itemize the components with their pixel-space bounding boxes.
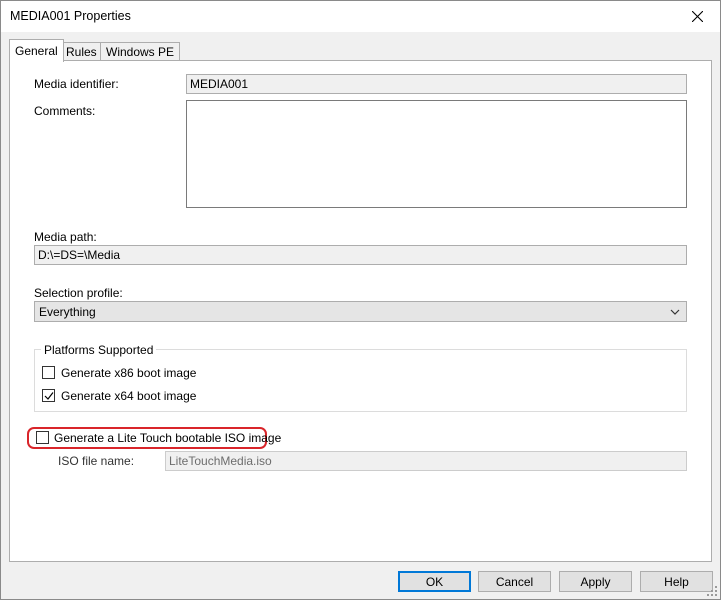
media-identifier-field[interactable]: MEDIA001: [186, 74, 687, 94]
iso-image-checkbox[interactable]: [36, 431, 49, 444]
iso-image-label: Generate a Lite Touch bootable ISO image: [54, 431, 282, 445]
cancel-button[interactable]: Cancel: [478, 571, 551, 592]
iso-file-name-label: ISO file name:: [58, 454, 135, 468]
tab-rules-label: Rules: [66, 45, 97, 59]
x64-boot-checkbox[interactable]: [42, 389, 55, 402]
resize-grip-icon[interactable]: [707, 586, 718, 597]
tab-rules[interactable]: Rules: [60, 42, 103, 61]
comments-field[interactable]: [186, 100, 687, 208]
platforms-supported-title: Platforms Supported: [41, 343, 157, 357]
help-button[interactable]: Help: [640, 571, 713, 592]
apply-button[interactable]: Apply: [559, 571, 632, 592]
chevron-down-icon: [670, 309, 680, 315]
tab-windows-pe-label: Windows PE: [106, 45, 175, 59]
media-identifier-label: Media identifier:: [34, 77, 119, 91]
selection-profile-value: Everything: [39, 305, 96, 319]
selection-profile-dropdown[interactable]: Everything: [34, 301, 687, 322]
close-icon: [691, 11, 703, 22]
window-title: MEDIA001 Properties: [10, 9, 131, 23]
media-path-field[interactable]: D:\=DS=\Media: [34, 245, 687, 265]
properties-dialog: MEDIA001 Properties General Rules Window…: [0, 0, 721, 600]
checkmark-icon: [44, 392, 54, 400]
tab-general-label: General: [15, 44, 58, 58]
media-path-label: Media path:: [34, 230, 97, 244]
selection-profile-label: Selection profile:: [34, 286, 123, 300]
general-tab-panel: Media identifier: MEDIA001 Comments: Med…: [9, 60, 712, 562]
tab-general[interactable]: General: [9, 39, 64, 62]
close-button[interactable]: [674, 1, 720, 32]
x86-boot-label: Generate x86 boot image: [61, 366, 197, 380]
x86-boot-checkbox[interactable]: [42, 366, 55, 379]
iso-file-name-field[interactable]: LiteTouchMedia.iso: [165, 451, 687, 471]
title-bar: MEDIA001 Properties: [1, 1, 720, 32]
comments-label: Comments:: [34, 104, 96, 118]
x64-boot-label: Generate x64 boot image: [61, 389, 197, 403]
tab-windows-pe[interactable]: Windows PE: [100, 42, 181, 61]
ok-button[interactable]: OK: [398, 571, 471, 592]
